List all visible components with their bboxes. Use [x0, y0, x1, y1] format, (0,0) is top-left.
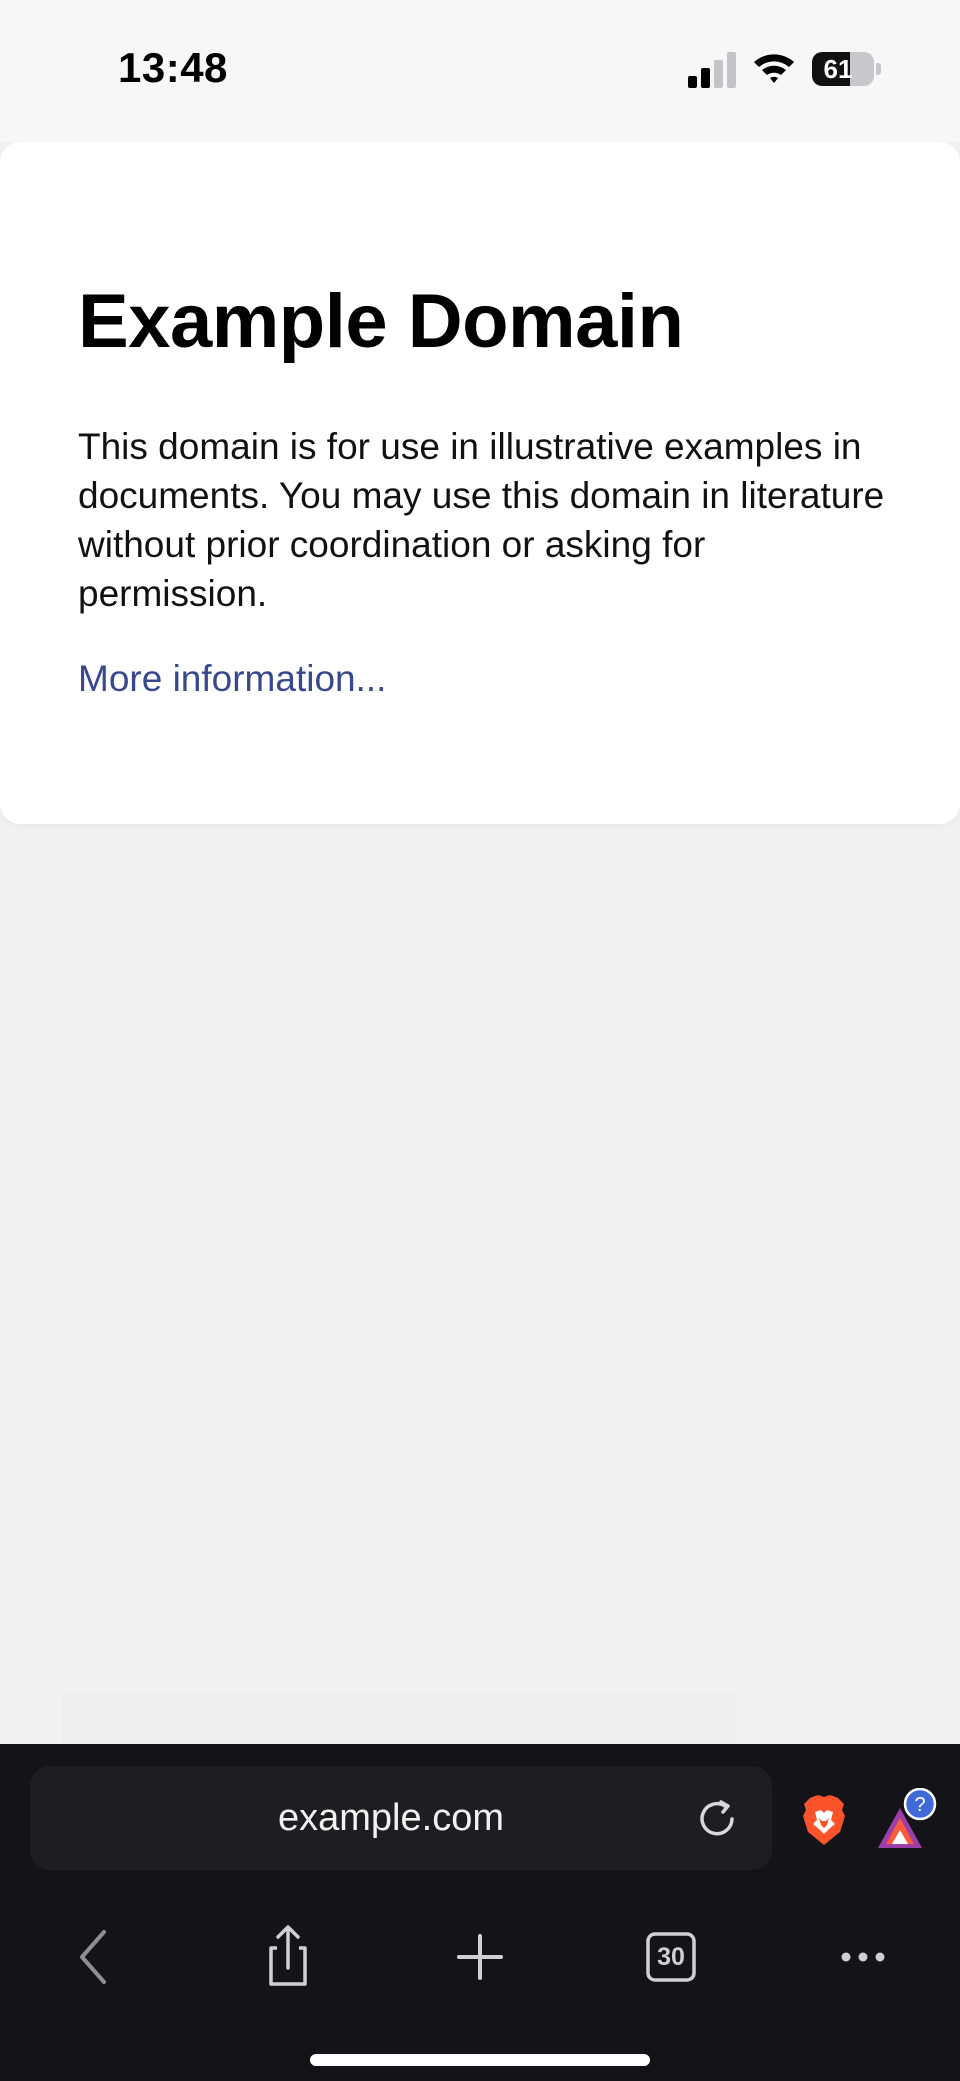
more-information-link[interactable]: More information... [78, 658, 386, 700]
status-bar: 13:48 61 [0, 0, 960, 142]
svg-text:?: ? [914, 1794, 925, 1816]
brave-shield-icon[interactable] [800, 1794, 848, 1846]
page-footer-band [62, 1694, 736, 1744]
new-tab-icon[interactable] [435, 1912, 525, 2002]
battery-icon: 61 [812, 52, 881, 86]
page-description: This domain is for use in illustrative e… [78, 426, 885, 614]
battery-level: 61 [823, 54, 853, 84]
url-text: example.com [278, 1797, 504, 1839]
wifi-icon [754, 54, 794, 83]
home-indicator [310, 2054, 650, 2066]
reload-icon[interactable] [694, 1796, 740, 1842]
status-time: 13:48 [118, 44, 228, 91]
web-page-content: Example Domain This domain is for use in… [0, 142, 960, 824]
url-bar[interactable]: example.com [30, 1766, 772, 1870]
page-title: Example Domain [78, 279, 684, 364]
share-icon[interactable] [243, 1912, 333, 2002]
signal-icon [688, 52, 736, 88]
more-icon[interactable] [818, 1912, 908, 2002]
back-icon[interactable] [52, 1912, 142, 2002]
tabs-count: 30 [657, 1943, 685, 1971]
browser-toolbar: example.com ? 30 [0, 1744, 960, 2081]
tabs-button[interactable]: 30 [626, 1912, 716, 2002]
brave-rewards-icon[interactable]: ? [872, 1788, 938, 1852]
